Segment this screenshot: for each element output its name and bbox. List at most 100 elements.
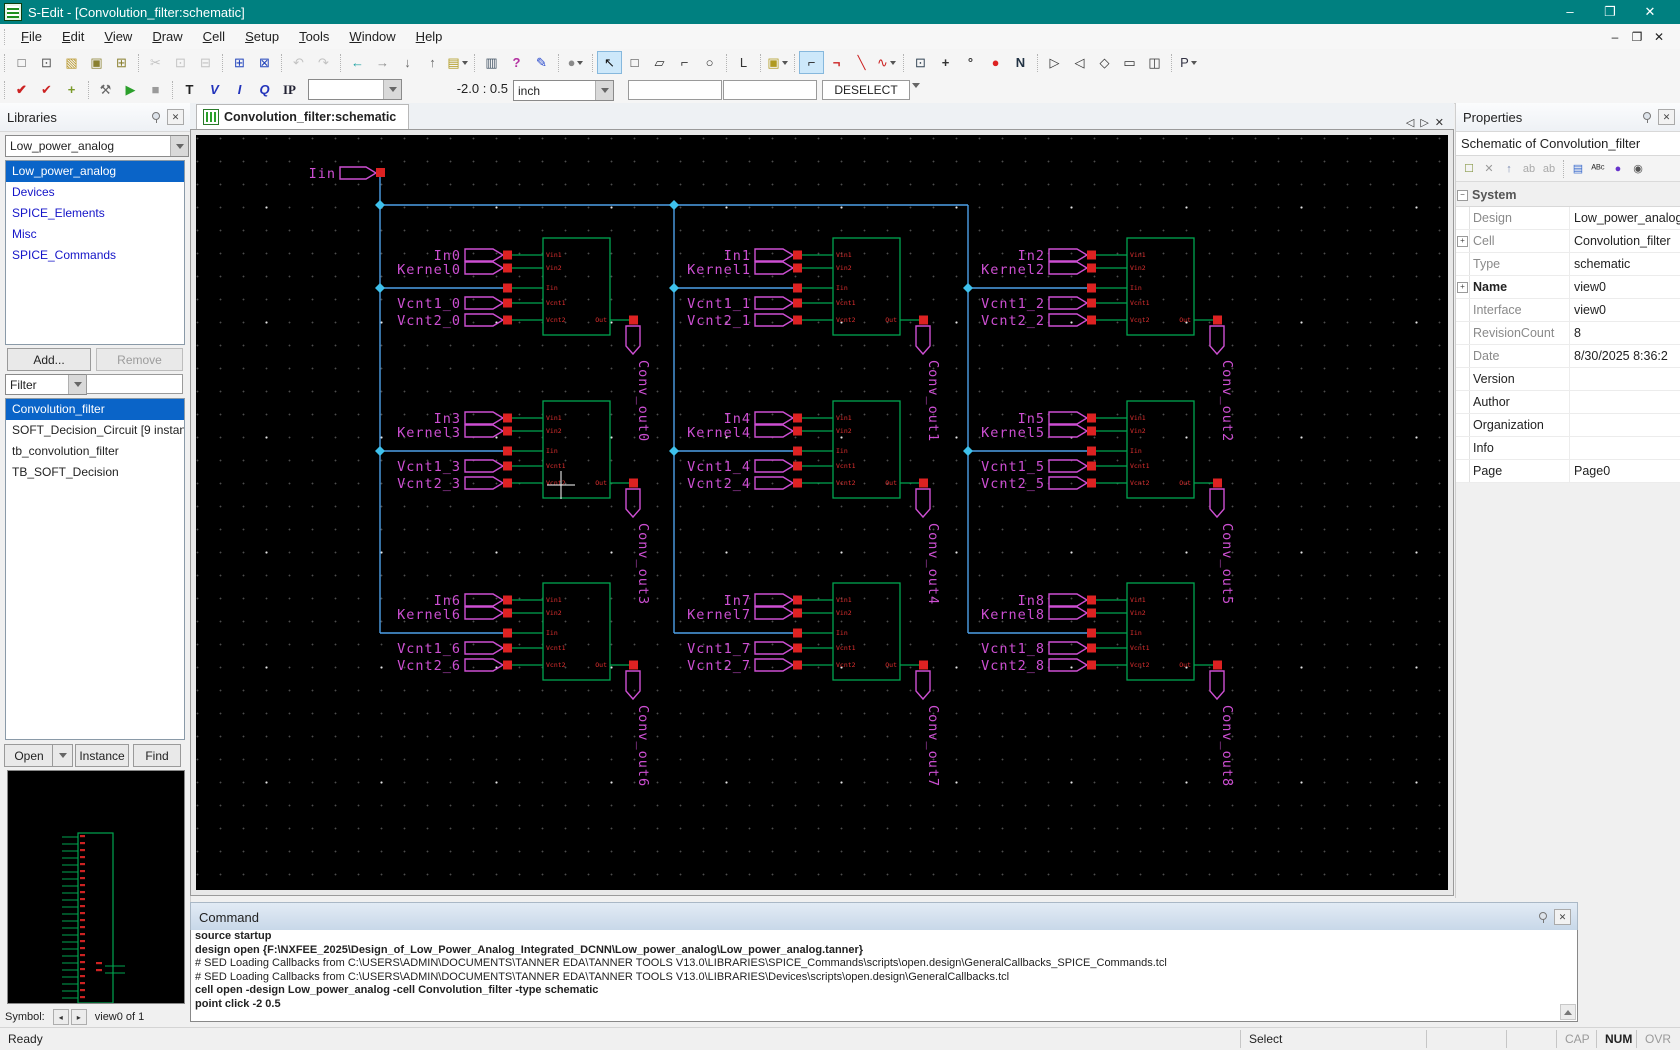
- wire-tool-icon[interactable]: ⌐: [799, 51, 824, 74]
- property-value[interactable]: Convolution_filter: [1570, 234, 1680, 248]
- input-port-icon[interactable]: ▷: [1042, 51, 1067, 74]
- check-move-icon[interactable]: +: [59, 78, 84, 101]
- node-icon[interactable]: °: [958, 51, 983, 74]
- property-row-cell[interactable]: +CellConvolution_filter: [1456, 230, 1680, 253]
- page-setup-icon[interactable]: ▤: [445, 51, 470, 74]
- grid-field-1[interactable]: [628, 80, 722, 100]
- visibility-icon[interactable]: ◉: [1628, 159, 1648, 178]
- probe-current-icon[interactable]: I: [227, 78, 252, 101]
- list-item[interactable]: Misc: [6, 224, 184, 245]
- property-row-interface[interactable]: Interfaceview0: [1456, 299, 1680, 322]
- add-library-button[interactable]: Add...: [7, 348, 91, 371]
- close-icon[interactable]: ✕: [167, 109, 184, 125]
- paste-icon[interactable]: ⊟: [193, 51, 218, 74]
- list-item[interactable]: tb_convolution_filter: [6, 441, 184, 462]
- property-row-version[interactable]: Version: [1456, 368, 1680, 391]
- path-tool-icon[interactable]: ⌐: [672, 51, 697, 74]
- schematic-block-6[interactable]: In6Kernel6Vcnt1_6Vcnt2_6Vin1Vin2IinVcnt1…: [397, 583, 651, 787]
- other-port-icon[interactable]: ▭: [1117, 51, 1142, 74]
- prev-view-icon[interactable]: ◂: [53, 1009, 69, 1025]
- expand-icon[interactable]: +: [1457, 282, 1468, 293]
- apply-all-icon[interactable]: ab: [1539, 159, 1559, 178]
- list-item[interactable]: Convolution_filter: [6, 399, 184, 420]
- chevron-down-icon[interactable]: [595, 81, 613, 100]
- schematic-canvas[interactable]: IinIn0Kernel0Vcnt1_0Vcnt2_0Vin1Vin2IinVc…: [196, 135, 1448, 890]
- property-value[interactable]: view0: [1570, 303, 1680, 317]
- property-row-author[interactable]: Author: [1456, 391, 1680, 414]
- annotate-icon[interactable]: ✎: [529, 51, 554, 74]
- redo-icon[interactable]: ↷: [311, 51, 336, 74]
- pin-icon[interactable]: [1537, 911, 1550, 924]
- pop-out-context-icon[interactable]: ↑: [420, 51, 445, 74]
- hierarchy-combobox[interactable]: [308, 79, 402, 100]
- forward-icon[interactable]: →: [370, 51, 395, 74]
- chevron-down-icon[interactable]: [462, 61, 468, 65]
- print-icon[interactable]: ▥: [479, 51, 504, 74]
- iin-bus-wires[interactable]: [380, 173, 1087, 633]
- inout-port-icon[interactable]: ◇: [1092, 51, 1117, 74]
- solder-dot-icon[interactable]: ●: [983, 51, 1008, 74]
- global-port-icon[interactable]: ◫: [1142, 51, 1167, 74]
- mode-field[interactable]: DESELECT: [822, 80, 910, 100]
- close-icon[interactable]: ✕: [1630, 4, 1670, 20]
- rectangle-tool-icon[interactable]: □: [622, 51, 647, 74]
- units-select[interactable]: inch: [513, 80, 614, 101]
- tab-scroll-right-icon[interactable]: ▷: [1420, 116, 1428, 129]
- iin-input-port[interactable]: Iin: [309, 166, 385, 182]
- check-open-icon[interactable]: ✔: [34, 78, 59, 101]
- chevron-down-icon[interactable]: [68, 375, 86, 394]
- menu-help[interactable]: Help: [406, 26, 453, 47]
- color-icon[interactable]: ●: [1608, 159, 1628, 178]
- property-pen-icon[interactable]: P: [1176, 51, 1201, 74]
- property-row-page[interactable]: PagePage0: [1456, 460, 1680, 483]
- undo-icon[interactable]: ↶: [286, 51, 311, 74]
- setup-simulation-icon[interactable]: ⚒: [93, 78, 118, 101]
- property-row-date[interactable]: Date8/30/2025 8:36:2: [1456, 345, 1680, 368]
- pin-icon[interactable]: [150, 111, 163, 124]
- property-row-type[interactable]: Typeschematic: [1456, 253, 1680, 276]
- chevron-down-icon[interactable]: [912, 88, 920, 103]
- menu-tools[interactable]: Tools: [289, 26, 339, 47]
- copy-icon[interactable]: ⊡: [168, 51, 193, 74]
- schematic-block-7[interactable]: In7Kernel7Vcnt1_7Vcnt2_7Vin1Vin2IinVcnt1…: [687, 583, 941, 787]
- property-value[interactable]: schematic: [1570, 257, 1680, 271]
- grid-field-2[interactable]: [723, 80, 817, 100]
- chevron-down-icon[interactable]: [782, 61, 788, 65]
- property-row-revisioncount[interactable]: RevisionCount8: [1456, 322, 1680, 345]
- mdi-minimize-icon[interactable]: –: [1604, 30, 1626, 44]
- property-row-organization[interactable]: Organization: [1456, 414, 1680, 437]
- command-log[interactable]: source startupdesign open {F:\NXFEE_2025…: [190, 930, 1578, 1022]
- save-icon[interactable]: ▣: [84, 51, 109, 74]
- schematic-block-3[interactable]: In3Kernel3Vcnt1_3Vcnt2_3Vin1Vin2IinVcnt1…: [397, 401, 651, 605]
- mdi-close-icon[interactable]: ✕: [1648, 30, 1670, 44]
- label-tool-icon[interactable]: L: [731, 51, 756, 74]
- scroll-up-icon[interactable]: [1560, 1004, 1576, 1020]
- new-property-icon[interactable]: ☐: [1459, 159, 1479, 178]
- next-view-icon[interactable]: ▸: [71, 1009, 87, 1025]
- open-view-icon[interactable]: ⊞: [227, 51, 252, 74]
- select-tool-icon[interactable]: ↖: [597, 51, 622, 74]
- chevron-down-icon[interactable]: [170, 136, 188, 156]
- help-icon[interactable]: ?: [504, 51, 529, 74]
- schematic-block-8[interactable]: In8Kernel8Vcnt1_8Vcnt2_8Vin1Vin2IinVcnt1…: [981, 583, 1235, 787]
- schematic-block-4[interactable]: In4Kernel4Vcnt1_4Vcnt2_4Vin1Vin2IinVcnt1…: [687, 401, 941, 605]
- filter-select[interactable]: Filter: [5, 374, 87, 395]
- filter-input[interactable]: [86, 374, 183, 394]
- cut-icon[interactable]: ✂: [143, 51, 168, 74]
- list-item[interactable]: Devices: [6, 182, 184, 203]
- list-item[interactable]: SPICE_Elements: [6, 203, 184, 224]
- menu-draw[interactable]: Draw: [142, 26, 192, 47]
- promote-property-icon[interactable]: ↑: [1499, 159, 1519, 178]
- pin-icon[interactable]: [1641, 111, 1654, 124]
- property-group-system[interactable]: −System: [1456, 184, 1680, 207]
- property-value[interactable]: Page0: [1570, 464, 1680, 478]
- property-list-icon[interactable]: ▤: [1568, 159, 1588, 178]
- list-item[interactable]: SOFT_Decision_Circuit [9 instances]: [6, 420, 184, 441]
- library-select[interactable]: Low_power_analog: [5, 135, 189, 157]
- close-icon[interactable]: ✕: [1554, 909, 1571, 925]
- back-icon[interactable]: ←: [345, 51, 370, 74]
- probe-voltage-icon[interactable]: V: [202, 78, 227, 101]
- output-port-icon[interactable]: ◁: [1067, 51, 1092, 74]
- menu-setup[interactable]: Setup: [235, 26, 289, 47]
- save-all-icon[interactable]: ⊞: [109, 51, 134, 74]
